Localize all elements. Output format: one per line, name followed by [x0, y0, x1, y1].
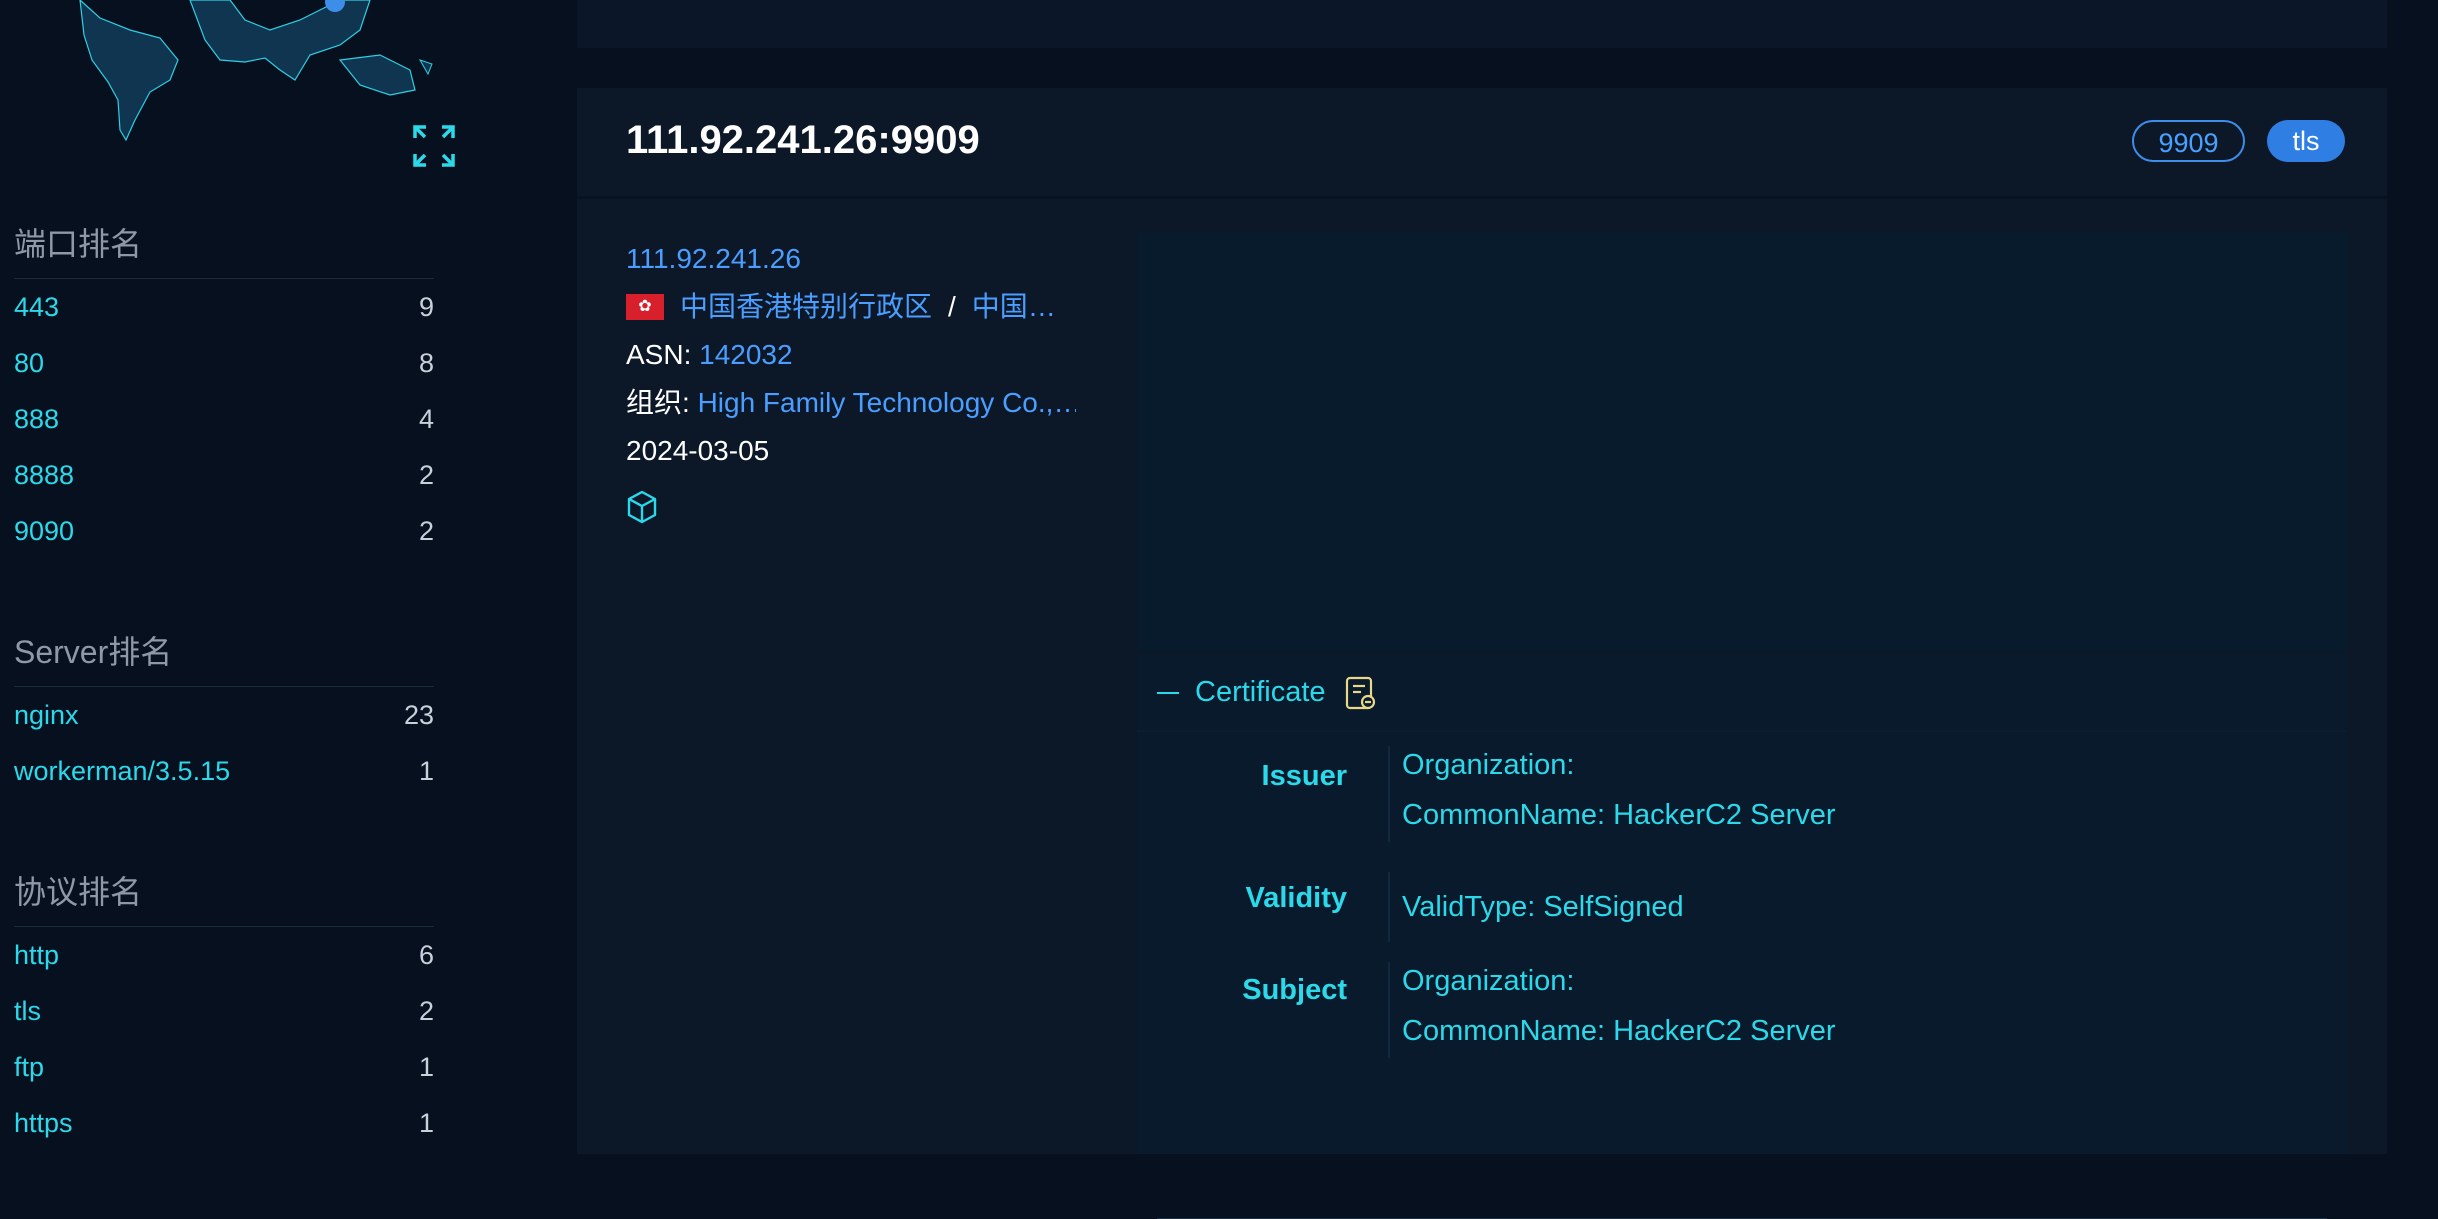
list-item[interactable]: workerman/3.5.15 1 — [14, 743, 434, 799]
list-item[interactable]: https 1 — [14, 1095, 434, 1151]
host-info: 111.92.241.26 ✿ 中国香港特别行政区 / 中国香港 ASN: 14203… — [626, 235, 1076, 475]
item-count: 1 — [418, 1108, 434, 1138]
result-title[interactable]: 111.92.241.26:9909 — [626, 118, 980, 163]
validity-label: Validity — [1245, 882, 1347, 914]
certificate-label: Certificate — [1195, 676, 1326, 708]
org-link[interactable]: High Family Technology Co., Limited — [698, 379, 1076, 427]
country-link[interactable]: 中国香港 — [972, 283, 1076, 331]
certificate-header: Certificate — [1137, 654, 2347, 732]
item-count: 23 — [403, 700, 434, 730]
issuer-common-name: CommonName: HackerC2 Server — [1402, 799, 1836, 831]
subject-organization: Organization: — [1402, 965, 1575, 997]
subject-label: Subject — [1242, 974, 1347, 1006]
divider — [1388, 746, 1390, 842]
screenshot-preview — [1137, 232, 2347, 652]
item-key[interactable]: nginx — [14, 687, 79, 743]
item-key[interactable]: 9090 — [14, 503, 74, 559]
list-item[interactable]: 80 8 — [14, 335, 434, 391]
section-title: Server排名 — [14, 634, 173, 670]
certificate-panel: Certificate Issuer Organization: CommonN… — [1137, 654, 2347, 1219]
server-ranking-section: Server排名 nginx 23 workerman/3.5.15 1 — [14, 630, 434, 799]
list-item[interactable]: http 6 — [14, 927, 434, 983]
item-count: 2 — [418, 996, 434, 1026]
item-key[interactable]: http — [14, 927, 59, 983]
org-label: 组织: — [626, 387, 690, 418]
item-count: 1 — [418, 756, 434, 786]
item-key[interactable]: 443 — [14, 279, 59, 335]
item-key[interactable]: 80 — [14, 335, 44, 391]
issuer-organization: Organization: — [1402, 749, 1575, 781]
list-item[interactable]: 8888 2 — [14, 447, 434, 503]
scan-date: 2024-03-05 — [626, 435, 770, 466]
asn-label: ASN: — [626, 339, 692, 370]
item-count: 8 — [418, 348, 434, 378]
list-item[interactable]: 9090 2 — [14, 503, 434, 559]
item-count: 2 — [418, 460, 434, 490]
result-card: 111.92.241.26:9909 9909 tls 111.92.241.2… — [577, 88, 2387, 1219]
divider — [1388, 872, 1390, 942]
port-badge[interactable]: 9909 — [2132, 120, 2245, 162]
validity-type: ValidType: SelfSigned — [1402, 891, 1684, 923]
item-key[interactable]: tls — [14, 983, 41, 1039]
result-card-header: 111.92.241.26:9909 9909 tls — [577, 88, 2387, 199]
divider — [1388, 962, 1390, 1058]
asn-link[interactable]: 142032 — [699, 339, 792, 370]
port-ranking-section: 端口排名 443 9 80 8 888 4 8888 2 9090 2 — [14, 222, 434, 559]
ip-link[interactable]: 111.92.241.26 — [626, 243, 801, 274]
region-link[interactable]: 中国香港特别行政区 — [680, 291, 932, 322]
list-item[interactable]: tls 2 — [14, 983, 434, 1039]
list-item[interactable]: 888 4 — [14, 391, 434, 447]
hong-kong-flag-icon: ✿ — [626, 293, 664, 320]
section-title: 协议排名 — [14, 874, 143, 910]
item-key[interactable]: ftp — [14, 1039, 44, 1095]
item-count: 6 — [418, 940, 434, 970]
protocol-ranking-section: 协议排名 http 6 tls 2 ftp 1 https 1 — [14, 870, 434, 1151]
item-key[interactable]: 8888 — [14, 447, 74, 503]
cube-icon[interactable] — [626, 490, 658, 524]
issuer-label: Issuer — [1261, 760, 1347, 792]
item-count: 9 — [418, 292, 434, 322]
world-map — [79, 0, 433, 142]
item-count: 1 — [418, 1052, 434, 1082]
section-title: 端口排名 — [14, 226, 143, 262]
previous-result-card — [577, 0, 2387, 48]
certificate-icon[interactable] — [1345, 676, 1377, 712]
item-key[interactable]: 888 — [14, 391, 59, 447]
item-count: 2 — [418, 516, 434, 546]
region-separator: / — [948, 291, 956, 322]
list-item[interactable]: ftp 1 — [14, 1039, 434, 1095]
collapse-icon — [1157, 692, 1179, 695]
protocol-badge[interactable]: tls — [2267, 120, 2345, 162]
list-item[interactable]: 443 9 — [14, 279, 434, 335]
item-count: 4 — [418, 404, 434, 434]
list-item[interactable]: nginx 23 — [14, 687, 434, 743]
sidebar: 端口排名 443 9 80 8 888 4 8888 2 9090 2 Server排名 … — [0, 0, 560, 1154]
certificate-collapse-toggle[interactable]: Certificate — [1157, 654, 1326, 730]
item-key[interactable]: workerman/3.5.15 — [14, 743, 230, 799]
item-key[interactable]: https — [14, 1095, 73, 1151]
subject-common-name: CommonName: HackerC2 Server — [1402, 1015, 1836, 1047]
fullscreen-expand-icon[interactable] — [412, 124, 456, 168]
